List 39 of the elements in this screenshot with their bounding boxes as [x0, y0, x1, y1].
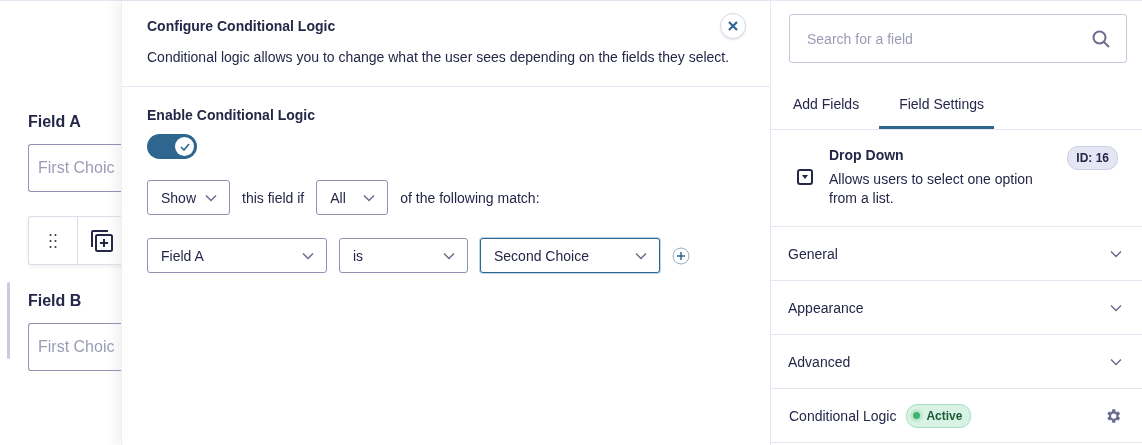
chevron-icon [1110, 303, 1122, 312]
chevron-down-icon [205, 193, 217, 202]
logic-select[interactable]: All [316, 180, 389, 215]
toggle-label: Enable Conditional Logic [147, 107, 316, 125]
condition-text: this field if [242, 189, 305, 206]
accordion-header[interactable]: Advanced [771, 335, 1142, 389]
chevron-down-icon [443, 251, 455, 260]
id-badge: ID: 16 [1067, 146, 1118, 170]
toggle-switch[interactable] [147, 134, 197, 159]
close-button[interactable] [720, 13, 746, 39]
field-type-description: Allows users to select one option from a list. [829, 170, 1034, 208]
chevron-down-icon [302, 251, 314, 260]
chevron-down-icon [363, 193, 376, 202]
chevron-icon [1110, 249, 1122, 258]
field-label: Field A [28, 113, 82, 132]
close-icon [728, 21, 738, 31]
action-select[interactable]: Show [147, 180, 230, 215]
rule-select[interactable]: Second Choice [480, 238, 660, 273]
accordion-header[interactable]: Appearance [771, 281, 1142, 335]
accordion-header[interactable]: General [771, 227, 1142, 281]
status-badge: Active [906, 403, 972, 428]
tab[interactable]: Field Settings [879, 90, 994, 129]
condition-text: of the following match: [400, 189, 540, 206]
tab[interactable]: Add Fields [783, 90, 870, 129]
dropdown-icon [797, 169, 813, 185]
rule-select[interactable]: is [339, 238, 468, 273]
setting-label: Conditional Logic [789, 407, 897, 424]
dialog-title: Configure Conditional Logic [147, 18, 336, 34]
chevron-down-icon [635, 251, 647, 260]
chevron-icon [1110, 357, 1122, 366]
field-type-title: Drop Down [829, 147, 905, 163]
dialog-description: Conditional logic allows you to change what the user sees depending on the fields they select. [147, 49, 731, 65]
duplicate-icon[interactable] [90, 228, 114, 253]
search-icon [1092, 29, 1110, 48]
add-icon[interactable] [672, 246, 690, 265]
field-label: Field B [28, 292, 83, 311]
rule-select[interactable]: Field A [147, 238, 327, 273]
drag-handle-icon[interactable] [49, 232, 57, 249]
check-icon [179, 142, 190, 151]
